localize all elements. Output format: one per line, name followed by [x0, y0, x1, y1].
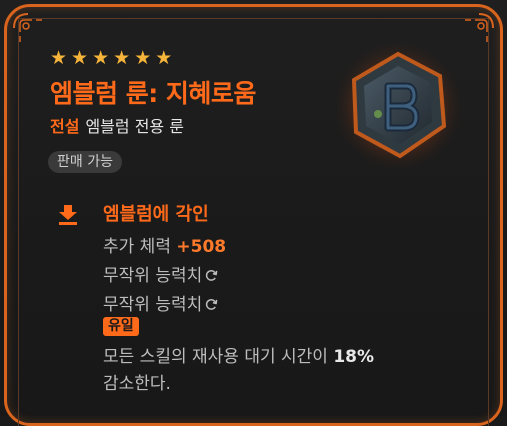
- star-icon: ★: [113, 47, 131, 69]
- random-stat-label: 무작위 능력치: [103, 295, 203, 315]
- star-icon: ★: [134, 47, 152, 69]
- star-icon: ★: [155, 47, 173, 69]
- item-tooltip: ★ ★ ★ ★ ★ ★ 엠블럼 룬: 지혜로움 전설 엠블럼 전용 룬 판매 가능: [0, 0, 507, 426]
- star-icon: ★: [71, 47, 89, 69]
- emblem-rune-gem-icon: [330, 38, 466, 174]
- stat-label: 추가 체력: [103, 237, 171, 257]
- effect-description: 모든 스킬의 재사용 대기 시간이 18% 감소한다.: [103, 344, 433, 398]
- item-name: 엠블럼 룬: 지혜로움: [50, 79, 256, 108]
- download-arrow-icon: [59, 205, 77, 225]
- corner-ornament-icon: [13, 13, 42, 42]
- effect-text: 모든 스킬의 재사용 대기 시간이: [103, 347, 328, 367]
- random-stat-line: 무작위 능력치: [103, 261, 218, 286]
- unique-badge: 유일: [103, 317, 139, 336]
- reroll-icon: [206, 299, 218, 310]
- random-stat-line: 무작위 능력치: [103, 290, 218, 315]
- star-rating: ★ ★ ★ ★ ★ ★: [50, 48, 172, 68]
- item-grade: 전설: [50, 117, 80, 136]
- reroll-icon: [206, 270, 218, 281]
- item-type: 엠블럼 전용 룬: [85, 117, 184, 136]
- stat-value: +508: [176, 237, 227, 257]
- bonus-stat-line: 추가 체력 +508: [103, 232, 226, 257]
- star-icon: ★: [50, 47, 68, 69]
- item-subtitle: 전설 엠블럼 전용 룬: [50, 113, 184, 137]
- random-stat-label: 무작위 능력치: [103, 266, 203, 286]
- star-icon: ★: [92, 47, 110, 69]
- effect-value: 18%: [333, 347, 375, 367]
- engraving-section-title: 엠블럼에 각인: [103, 204, 209, 225]
- sale-status-badge: 판매 가능: [48, 151, 122, 173]
- effect-text: 감소한다.: [103, 374, 171, 394]
